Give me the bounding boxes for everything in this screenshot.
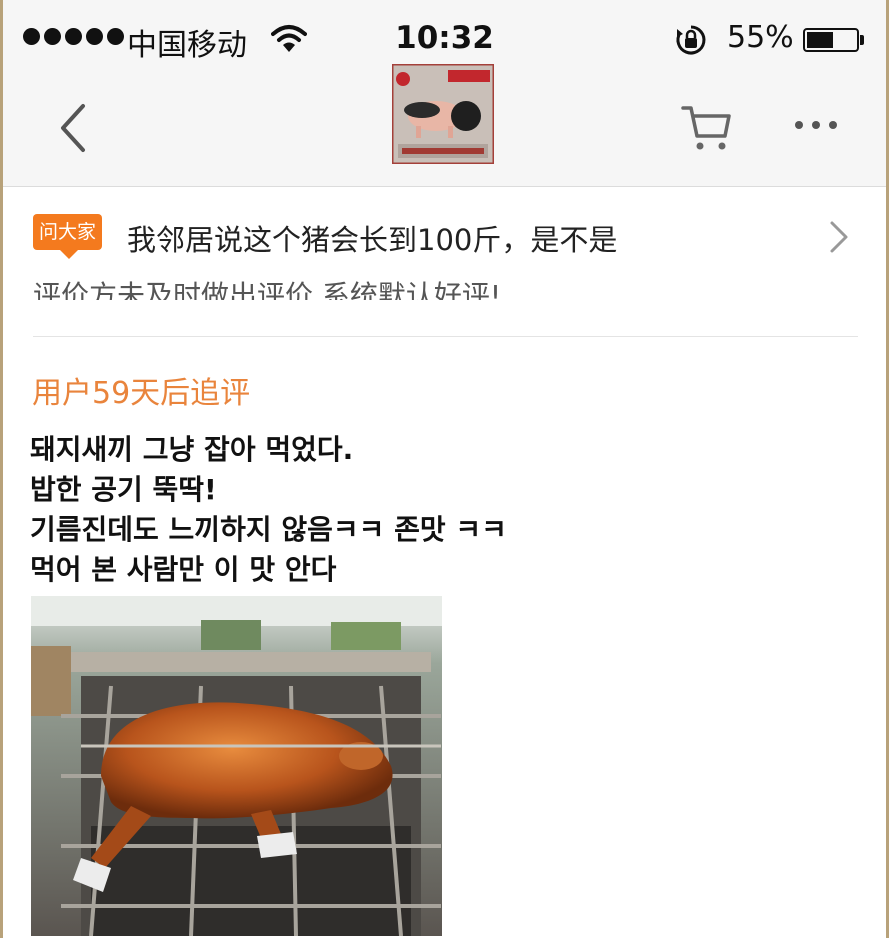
battery-level xyxy=(807,32,833,48)
divider xyxy=(33,336,858,337)
battery-nub xyxy=(860,35,864,45)
ellipsis-icon[interactable] xyxy=(791,110,841,140)
followup-review-label: 用户59天后追评 xyxy=(32,376,251,411)
review-line: 돼지새끼 그냥 잡아 먹었다. xyxy=(30,433,354,466)
review-line: 먹어 본 사람만 이 맛 안다 xyxy=(30,553,337,586)
roast-pig-image xyxy=(31,596,442,936)
ask-everyone-tag: 问大家 xyxy=(33,214,103,250)
battery-percent: 55% xyxy=(727,20,794,55)
rotation-lock-icon xyxy=(676,25,706,55)
review-photo[interactable] xyxy=(31,596,442,936)
product-thumbnail[interactable] xyxy=(392,64,494,164)
battery-icon xyxy=(803,28,859,52)
default-review-label: 评价方未及时做出评价,系统默认好评! xyxy=(33,279,502,300)
product-image xyxy=(392,64,494,164)
chevron-right-icon xyxy=(830,221,848,253)
review-line: 기름진데도 느끼하지 않음ㅋㅋ 존맛 ㅋㅋ xyxy=(30,513,507,546)
chevron-left-icon[interactable] xyxy=(53,100,93,156)
ask-question-text: 我邻居说这个猪会长到100斤，是不是 xyxy=(127,223,618,257)
review-text: 돼지새끼 그냥 잡아 먹었다. 밥한 공기 뚝딱! 기름진데도 느끼하지 않음ㅋ… xyxy=(30,430,507,590)
navigation-bar xyxy=(3,64,886,187)
cart-icon[interactable] xyxy=(679,98,735,154)
default-review-text: 评价方未及时做出评价,系统默认好评! xyxy=(3,272,886,300)
review-line: 밥한 공기 뚝딱! xyxy=(30,473,217,506)
ask-tag-tail xyxy=(60,250,78,259)
